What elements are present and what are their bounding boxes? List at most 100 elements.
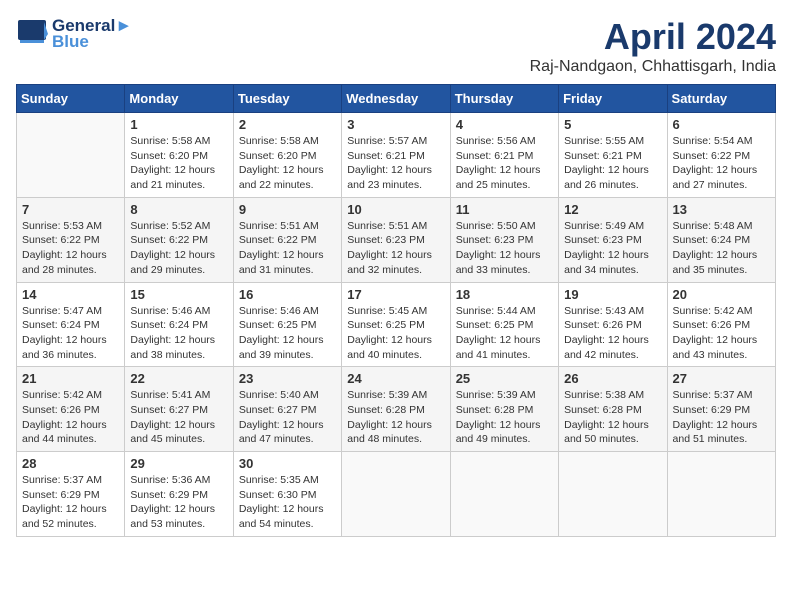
table-row: 19 Sunrise: 5:43 AMSunset: 6:26 PMDayligh… <box>559 282 667 367</box>
day-info: Sunrise: 5:42 AMSunset: 6:26 PMDaylight:… <box>673 304 770 363</box>
table-row: 6Sunrise: 5:54 AMSunset: 6:22 PMDaylight… <box>667 113 775 198</box>
day-number: 11 <box>456 202 553 217</box>
day-info: Sunrise: 5:56 AMSunset: 6:21 PMDaylight:… <box>456 134 553 193</box>
day-number: 28 <box>22 456 119 471</box>
day-info: Sunrise: 5:53 AMSunset: 6:22 PMDaylight:… <box>22 219 119 278</box>
table-row: 26 Sunrise: 5:38 AMSunset: 6:28 PMDayligh… <box>559 367 667 452</box>
week-row-2: 7 Sunrise: 5:53 AMSunset: 6:22 PMDaylight… <box>17 197 776 282</box>
table-row <box>342 452 450 537</box>
table-row <box>559 452 667 537</box>
day-number: 9 <box>239 202 336 217</box>
day-number: 5 <box>564 117 661 132</box>
table-row <box>17 113 125 198</box>
table-row: 7 Sunrise: 5:53 AMSunset: 6:22 PMDaylight… <box>17 197 125 282</box>
table-row: 16 Sunrise: 5:46 AMSunset: 6:25 PMDayligh… <box>233 282 341 367</box>
day-info: Sunrise: 5:44 AMSunset: 6:25 PMDaylight:… <box>456 304 553 363</box>
table-row: 13Sunrise: 5:48 AMSunset: 6:24 PMDayligh… <box>667 197 775 282</box>
day-number: 12 <box>564 202 661 217</box>
col-tuesday: Tuesday <box>233 85 341 113</box>
day-number: 27 <box>673 371 770 386</box>
day-info: Sunrise: 5:37 AMSunset: 6:29 PMDaylight:… <box>22 473 119 532</box>
day-info: Sunrise: 5:50 AMSunset: 6:23 PMDaylight:… <box>456 219 553 278</box>
day-info: Sunrise: 5:51 AMSunset: 6:23 PMDaylight:… <box>347 219 444 278</box>
day-number: 26 <box>564 371 661 386</box>
logo-icon <box>16 18 48 50</box>
table-row: 15 Sunrise: 5:46 AMSunset: 6:24 PMDayligh… <box>125 282 233 367</box>
header-row: Sunday Monday Tuesday Wednesday Thursday… <box>17 85 776 113</box>
day-info: Sunrise: 5:47 AMSunset: 6:24 PMDaylight:… <box>22 304 119 363</box>
day-number: 10 <box>347 202 444 217</box>
table-row: 12Sunrise: 5:49 AMSunset: 6:23 PMDayligh… <box>559 197 667 282</box>
col-saturday: Saturday <box>667 85 775 113</box>
table-row: 17 Sunrise: 5:45 AMSunset: 6:25 PMDayligh… <box>342 282 450 367</box>
day-info: Sunrise: 5:36 AMSunset: 6:29 PMDaylight:… <box>130 473 227 532</box>
day-number: 16 <box>239 287 336 302</box>
table-row: 10 Sunrise: 5:51 AMSunset: 6:23 PMDayligh… <box>342 197 450 282</box>
col-friday: Friday <box>559 85 667 113</box>
day-info: Sunrise: 5:42 AMSunset: 6:26 PMDaylight:… <box>22 388 119 447</box>
page-header: General► Blue April 2024 Raj-Nandgaon, C… <box>16 16 776 76</box>
day-number: 25 <box>456 371 553 386</box>
day-number: 2 <box>239 117 336 132</box>
col-wednesday: Wednesday <box>342 85 450 113</box>
day-info: Sunrise: 5:39 AMSunset: 6:28 PMDaylight:… <box>347 388 444 447</box>
col-sunday: Sunday <box>17 85 125 113</box>
day-info: Sunrise: 5:54 AMSunset: 6:22 PMDaylight:… <box>673 134 770 193</box>
day-number: 1 <box>130 117 227 132</box>
table-row: 24 Sunrise: 5:39 AMSunset: 6:28 PMDayligh… <box>342 367 450 452</box>
table-row: 14 Sunrise: 5:47 AMSunset: 6:24 PMDayligh… <box>17 282 125 367</box>
day-info: Sunrise: 5:46 AMSunset: 6:24 PMDaylight:… <box>130 304 227 363</box>
day-number: 3 <box>347 117 444 132</box>
day-number: 14 <box>22 287 119 302</box>
day-info: Sunrise: 5:38 AMSunset: 6:28 PMDaylight:… <box>564 388 661 447</box>
table-row <box>450 452 558 537</box>
table-row: 5 Sunrise: 5:55 AMSunset: 6:21 PMDaylight… <box>559 113 667 198</box>
day-info: Sunrise: 5:37 AMSunset: 6:29 PMDaylight:… <box>673 388 770 447</box>
day-info: Sunrise: 5:40 AMSunset: 6:27 PMDaylight:… <box>239 388 336 447</box>
day-info: Sunrise: 5:41 AMSunset: 6:27 PMDaylight:… <box>130 388 227 447</box>
day-number: 13 <box>673 202 770 217</box>
col-thursday: Thursday <box>450 85 558 113</box>
day-info: Sunrise: 5:39 AMSunset: 6:28 PMDaylight:… <box>456 388 553 447</box>
location-title: Raj-Nandgaon, Chhattisgarh, India <box>530 58 776 76</box>
table-row: 23 Sunrise: 5:40 AMSunset: 6:27 PMDayligh… <box>233 367 341 452</box>
table-row: 25 Sunrise: 5:39 AMSunset: 6:28 PMDayligh… <box>450 367 558 452</box>
day-info: Sunrise: 5:58 AMSunset: 6:20 PMDaylight:… <box>130 134 227 193</box>
day-number: 30 <box>239 456 336 471</box>
table-row: 27 Sunrise: 5:37 AMSunset: 6:29 PMDayligh… <box>667 367 775 452</box>
day-number: 7 <box>22 202 119 217</box>
month-title: April 2024 <box>530 16 776 58</box>
week-row-4: 21Sunrise: 5:42 AMSunset: 6:26 PMDayligh… <box>17 367 776 452</box>
table-row: 30 Sunrise: 5:35 AMSunset: 6:30 PMDayligh… <box>233 452 341 537</box>
calendar-table: Sunday Monday Tuesday Wednesday Thursday… <box>16 84 776 537</box>
day-number: 19 <box>564 287 661 302</box>
day-number: 17 <box>347 287 444 302</box>
day-info: Sunrise: 5:55 AMSunset: 6:21 PMDaylight:… <box>564 134 661 193</box>
day-number: 23 <box>239 371 336 386</box>
table-row: 22Sunrise: 5:41 AMSunset: 6:27 PMDayligh… <box>125 367 233 452</box>
day-info: Sunrise: 5:35 AMSunset: 6:30 PMDaylight:… <box>239 473 336 532</box>
table-row: 28 Sunrise: 5:37 AMSunset: 6:29 PMDayligh… <box>17 452 125 537</box>
week-row-3: 14 Sunrise: 5:47 AMSunset: 6:24 PMDayligh… <box>17 282 776 367</box>
day-number: 18 <box>456 287 553 302</box>
table-row: 18 Sunrise: 5:44 AMSunset: 6:25 PMDayligh… <box>450 282 558 367</box>
day-info: Sunrise: 5:52 AMSunset: 6:22 PMDaylight:… <box>130 219 227 278</box>
day-info: Sunrise: 5:46 AMSunset: 6:25 PMDaylight:… <box>239 304 336 363</box>
week-row-5: 28 Sunrise: 5:37 AMSunset: 6:29 PMDayligh… <box>17 452 776 537</box>
table-row: 11 Sunrise: 5:50 AMSunset: 6:23 PMDayligh… <box>450 197 558 282</box>
day-info: Sunrise: 5:43 AMSunset: 6:26 PMDaylight:… <box>564 304 661 363</box>
table-row: 21Sunrise: 5:42 AMSunset: 6:26 PMDayligh… <box>17 367 125 452</box>
table-row: 3Sunrise: 5:57 AMSunset: 6:21 PMDaylight… <box>342 113 450 198</box>
day-number: 24 <box>347 371 444 386</box>
table-row: 1 Sunrise: 5:58 AMSunset: 6:20 PMDaylight… <box>125 113 233 198</box>
table-row <box>667 452 775 537</box>
col-monday: Monday <box>125 85 233 113</box>
day-info: Sunrise: 5:45 AMSunset: 6:25 PMDaylight:… <box>347 304 444 363</box>
table-row: 8Sunrise: 5:52 AMSunset: 6:22 PMDaylight… <box>125 197 233 282</box>
week-row-1: 1 Sunrise: 5:58 AMSunset: 6:20 PMDaylight… <box>17 113 776 198</box>
title-block: April 2024 Raj-Nandgaon, Chhattisgarh, I… <box>530 16 776 76</box>
table-row: 9Sunrise: 5:51 AMSunset: 6:22 PMDaylight… <box>233 197 341 282</box>
day-number: 20 <box>673 287 770 302</box>
day-info: Sunrise: 5:58 AMSunset: 6:20 PMDaylight:… <box>239 134 336 193</box>
day-number: 15 <box>130 287 227 302</box>
